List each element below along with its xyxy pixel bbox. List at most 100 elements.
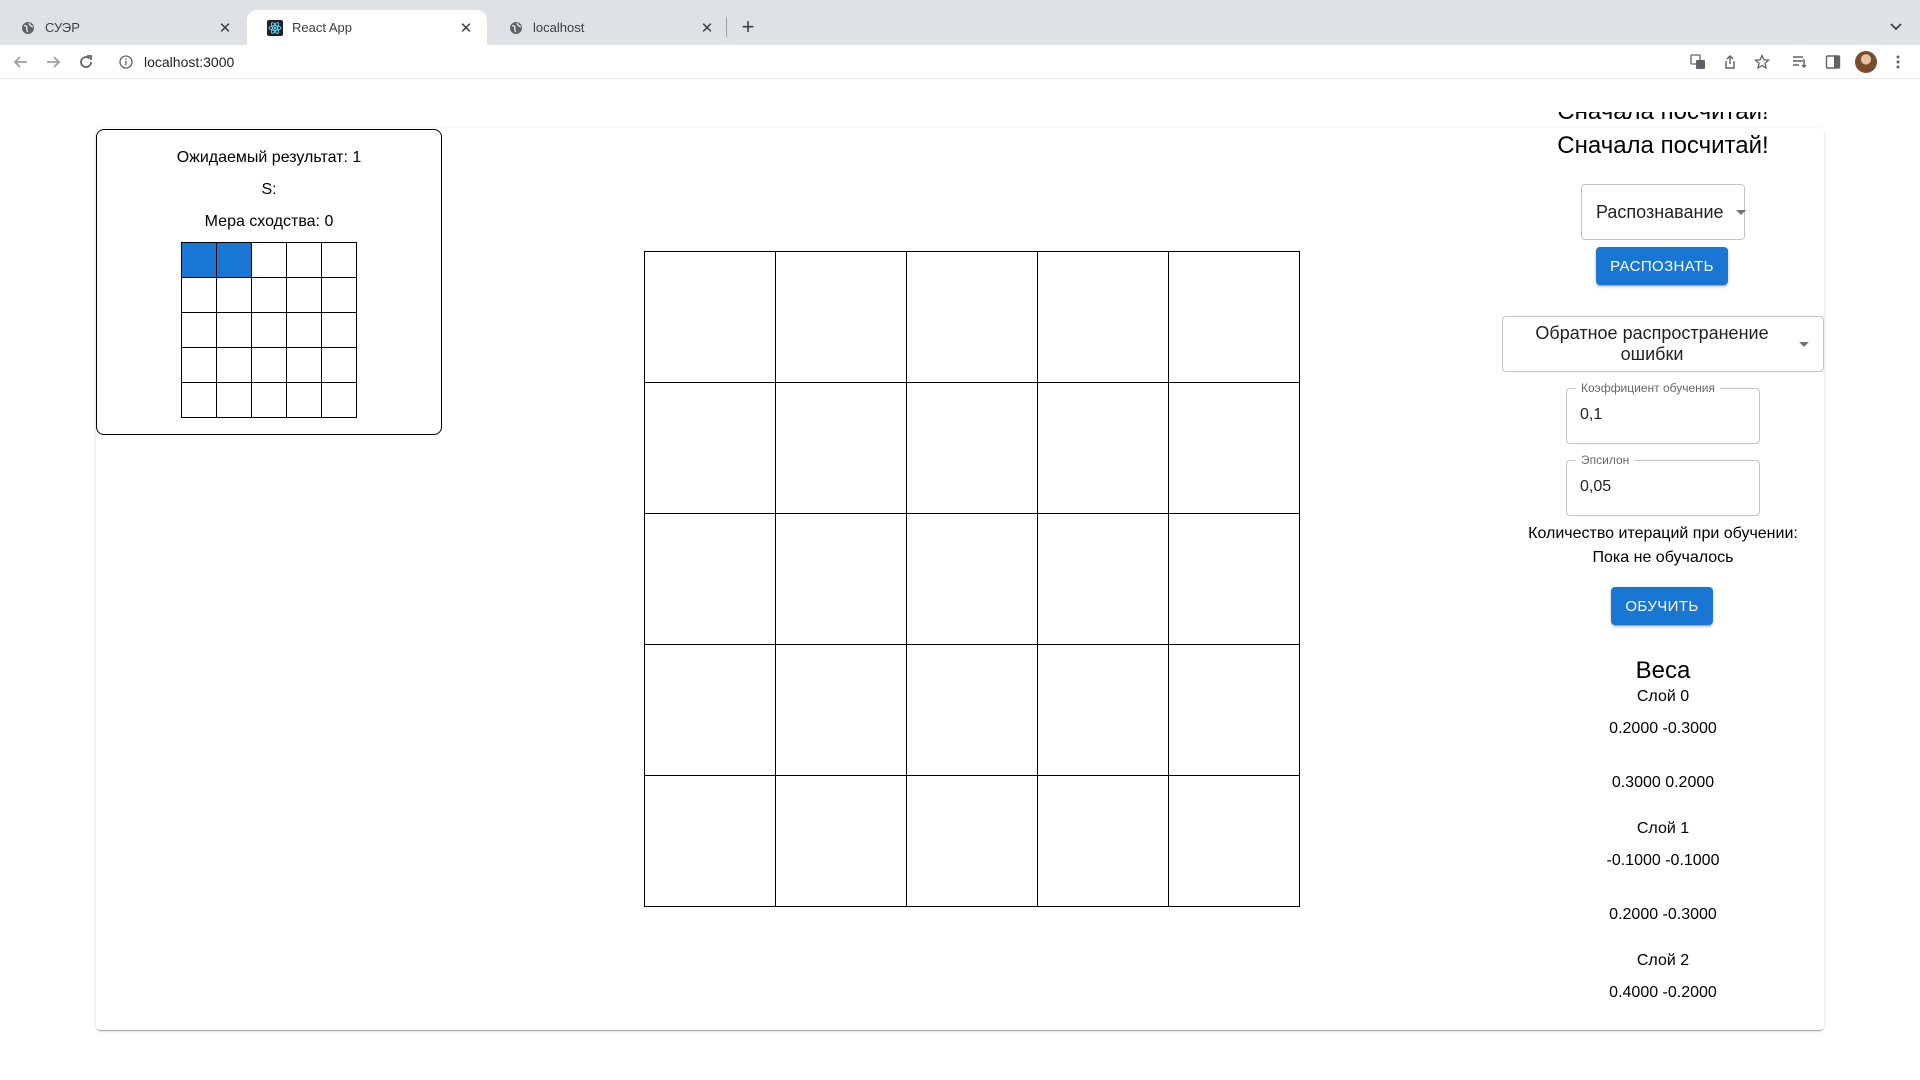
grid-row (181, 382, 357, 418)
preview-cell (181, 347, 217, 383)
globe-icon (508, 20, 524, 36)
heading-overflow: Сначала посчитай! (1480, 112, 1846, 132)
grid-cell[interactable] (775, 251, 907, 383)
layer-1-row-1: 0.2000 -0.3000 (1609, 906, 1717, 923)
grid-row (644, 382, 1300, 514)
result-panel: Ожидаемый результат: 1 S: Мера сходства:… (96, 129, 442, 435)
preview-cell (216, 382, 252, 418)
preview-cell (286, 312, 322, 348)
epsilon-input[interactable]: 0,05 (1580, 478, 1611, 496)
grid-row (644, 644, 1300, 776)
forward-arrow-icon[interactable] (40, 49, 66, 75)
preview-cell (321, 277, 357, 313)
layer-2-title: Слой 2 (1636, 952, 1690, 969)
preview-cell (181, 382, 217, 418)
grid-cell[interactable] (775, 513, 907, 645)
grid-row (644, 251, 1300, 383)
preview-cell (216, 347, 252, 383)
grid-cell[interactable] (1037, 775, 1169, 907)
preview-cell (216, 312, 252, 348)
grid-cell[interactable] (644, 644, 776, 776)
grid-cell[interactable] (644, 513, 776, 645)
preview-cell (251, 277, 287, 313)
share-icon[interactable] (1718, 50, 1742, 74)
train-button[interactable]: Обучить (1611, 587, 1713, 625)
grid-cell[interactable] (1168, 775, 1300, 907)
algorithm-select-value: Обратное распространение ошибки (1535, 323, 1769, 364)
heading: Сначала посчитай! (1557, 132, 1769, 159)
preview-cell (216, 277, 252, 313)
grid-row (644, 775, 1300, 907)
learning-rate-field[interactable]: Коэффициент обучения 0,1 (1566, 381, 1760, 444)
learning-rate-input[interactable]: 0,1 (1580, 406, 1602, 424)
grid-cell[interactable] (644, 251, 776, 383)
preview-cell (321, 312, 357, 348)
bookmark-star-icon[interactable] (1750, 50, 1774, 74)
grid-cell[interactable] (906, 775, 1038, 907)
reload-icon[interactable] (73, 49, 99, 75)
grid-cell[interactable] (1037, 251, 1169, 383)
globe-icon (20, 20, 36, 36)
new-tab-plus-icon[interactable]: + (734, 13, 762, 41)
url-text: localhost:3000 (144, 54, 235, 70)
tab-localhost[interactable]: localhost ✕ (488, 10, 728, 45)
mode-select[interactable]: Распознавание (1581, 184, 1746, 240)
close-tab-icon[interactable]: ✕ (698, 19, 716, 37)
grid-cell[interactable] (1037, 382, 1169, 514)
tab-suer[interactable]: СУЭР ✕ (0, 10, 246, 45)
epsilon-field[interactable]: Эпсилон 0,05 (1566, 453, 1760, 516)
tab-react-app[interactable]: React App ✕ (247, 10, 487, 45)
iterations-label: Количество итераций при обучении: (1528, 525, 1798, 542)
grid-cell[interactable] (906, 644, 1038, 776)
grid-cell[interactable] (644, 775, 776, 907)
preview-cell (181, 277, 217, 313)
back-arrow-icon[interactable] (8, 49, 34, 75)
preview-cell (251, 312, 287, 348)
info-icon[interactable] (118, 54, 134, 70)
grid-cell[interactable] (1168, 513, 1300, 645)
preview-cell (321, 382, 357, 418)
grid-cell[interactable] (644, 382, 776, 514)
grid-row (644, 513, 1300, 645)
grid-cell[interactable] (906, 251, 1038, 383)
preview-cell (321, 347, 357, 383)
close-tab-icon[interactable]: ✕ (216, 19, 234, 37)
recognize-button[interactable]: Распознать (1596, 247, 1728, 285)
chevron-down-icon[interactable] (1884, 14, 1908, 38)
preview-cell (286, 382, 322, 418)
learning-rate-label: Коэффициент обучения (1576, 381, 1720, 395)
preview-cell (251, 382, 287, 418)
expected-result: Ожидаемый результат: 1 (176, 149, 362, 166)
profile-avatar[interactable] (1855, 51, 1877, 73)
grid-cell[interactable] (1168, 644, 1300, 776)
address-bar[interactable]: localhost:3000 (110, 47, 1690, 77)
dropdown-arrow-icon (1735, 209, 1746, 215)
grid-cell[interactable] (775, 644, 907, 776)
grid-cell[interactable] (906, 513, 1038, 645)
grid-cell[interactable] (1037, 644, 1169, 776)
grid-cell[interactable] (1168, 251, 1300, 383)
preview-cell (251, 347, 287, 383)
preview-cell (251, 242, 287, 278)
side-panel-icon[interactable] (1821, 50, 1845, 74)
close-tab-icon[interactable]: ✕ (457, 19, 475, 37)
iterations-value: Пока не обучалось (1592, 549, 1734, 566)
grid-cell[interactable] (906, 382, 1038, 514)
algorithm-select[interactable]: Обратное распространение ошибки (1502, 316, 1824, 372)
react-icon (267, 19, 283, 36)
grid-row (181, 347, 357, 383)
grid-cell[interactable] (775, 775, 907, 907)
layer-1-row-0: -0.1000 -0.1000 (1606, 852, 1720, 869)
s-value: S: (261, 181, 277, 198)
layer-2-row-0: 0.4000 -0.2000 (1609, 984, 1717, 1001)
drawing-grid[interactable] (644, 251, 1300, 907)
grid-cell[interactable] (1168, 382, 1300, 514)
similarity-measure: Мера сходства: 0 (204, 213, 334, 230)
translate-icon[interactable] (1686, 50, 1710, 74)
weights-title: Веса (1635, 657, 1691, 684)
kebab-menu-icon[interactable] (1886, 50, 1910, 74)
grid-cell[interactable] (1037, 513, 1169, 645)
grid-cell[interactable] (775, 382, 907, 514)
reading-list-icon[interactable] (1788, 50, 1812, 74)
preview-cell (286, 242, 322, 278)
